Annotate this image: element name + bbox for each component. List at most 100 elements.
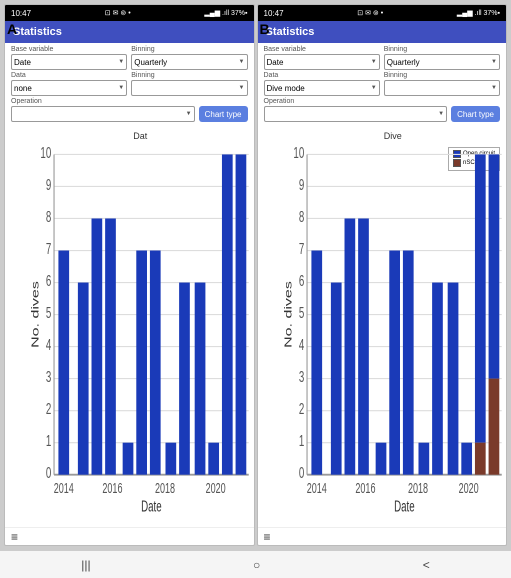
base-variable-dropdown[interactable]: Date ▼ (11, 54, 127, 70)
base-variable-group: Base variable Date ▼ (264, 46, 380, 70)
chart-type-button[interactable]: Chart type (451, 106, 500, 122)
binning-dropdown-2[interactable]: ▼ (131, 80, 247, 96)
svg-text:3: 3 (46, 368, 51, 386)
base-variable-value: Date (14, 58, 31, 67)
binning-group-2: Binning ▼ (131, 72, 247, 96)
chart-svg: 0123456789102014201620182020DateNo. dive… (282, 143, 505, 509)
base-variable-dropdown[interactable]: Date ▼ (264, 54, 380, 70)
panel-label-a: A (7, 21, 17, 37)
svg-text:0: 0 (46, 464, 51, 482)
chart-area: Dat0123456789102014201620182020DateNo. d… (5, 127, 254, 527)
nav-button-___[interactable]: ||| (73, 556, 98, 574)
panel-a: 10:47 ⊡ ✉ ⊚ • ▂▄▆ .ıll 37%▪ Statistics B… (4, 4, 255, 546)
chevron-down-icon: ▼ (438, 111, 444, 117)
binning-value-1: Quarterly (387, 58, 420, 67)
data-value: none (14, 84, 32, 93)
svg-text:6: 6 (298, 271, 303, 289)
svg-text:1: 1 (298, 432, 303, 450)
data-group: Data Dive mode ▼ (264, 72, 380, 96)
binning-value-1: Quarterly (134, 58, 167, 67)
operation-dropdown[interactable]: ▼ (264, 106, 448, 122)
data-dropdown[interactable]: none ▼ (11, 80, 127, 96)
binning-group-1: Binning Quarterly ▼ (384, 46, 500, 70)
nav-button-_[interactable]: ○ (245, 556, 268, 574)
operation-group: Operation ▼ (264, 98, 448, 122)
chart-inner: 0123456789102014201620182020DateNo. dive… (282, 143, 505, 509)
data-label: Data (11, 72, 127, 79)
data-group: Data none ▼ (11, 72, 127, 96)
svg-text:8: 8 (298, 207, 303, 225)
base-variable-value: Date (267, 58, 284, 67)
chart-type-button[interactable]: Chart type (199, 106, 248, 122)
binning-label-1: Binning (384, 46, 500, 53)
svg-text:2020: 2020 (458, 480, 478, 497)
svg-text:6: 6 (46, 271, 51, 289)
chevron-down-icon: ▼ (491, 59, 497, 65)
svg-text:1: 1 (46, 432, 51, 450)
panel-b: 10:47 ⊡ ✉ ⊚ • ▂▄▆ .ıll 37%▪ Statistics B… (257, 4, 508, 546)
nav-bar: ||| ○ < (0, 550, 511, 578)
svg-text:9: 9 (298, 175, 303, 193)
chevron-down-icon: ▼ (491, 85, 497, 91)
svg-text:2: 2 (46, 400, 51, 418)
data-dropdown[interactable]: Dive mode ▼ (264, 80, 380, 96)
binning-label-1: Binning (131, 46, 247, 53)
svg-text:2016: 2016 (102, 480, 122, 497)
operation-dropdown[interactable]: ▼ (11, 106, 195, 122)
svg-text:5: 5 (298, 303, 303, 321)
status-signal: ▂▄▆ .ıll 37%▪ (457, 9, 500, 17)
binning-label-2: Binning (131, 72, 247, 79)
status-bar: 10:47 ⊡ ✉ ⊚ • ▂▄▆ .ıll 37%▪ (258, 5, 507, 21)
svg-text:4: 4 (46, 336, 51, 354)
nav-button-_[interactable]: < (415, 556, 438, 574)
binning-dropdown-2[interactable]: ▼ (384, 80, 500, 96)
svg-text:2016: 2016 (355, 480, 375, 497)
chart-title: Dat (29, 131, 252, 141)
binning-label-2: Binning (384, 72, 500, 79)
chevron-down-icon: ▼ (118, 85, 124, 91)
svg-text:No. dives: No. dives (282, 281, 293, 348)
svg-text:3: 3 (298, 368, 303, 386)
chevron-down-icon: ▼ (371, 85, 377, 91)
svg-text:2014: 2014 (54, 480, 74, 497)
binning-dropdown-1[interactable]: Quarterly ▼ (131, 54, 247, 70)
base-variable-label: Base variable (264, 46, 380, 53)
status-signal: ▂▄▆ .ıll 37%▪ (204, 9, 247, 17)
operation-label: Operation (11, 98, 195, 105)
chart-svg: 0123456789102014201620182020DateNo. dive… (29, 143, 252, 509)
svg-text:2018: 2018 (407, 480, 427, 497)
chevron-down-icon: ▼ (186, 111, 192, 117)
svg-text:8: 8 (46, 207, 51, 225)
svg-text:5: 5 (46, 303, 51, 321)
status-time: 10:47 (264, 9, 284, 18)
controls-area: Base variable Date ▼ Binning Quarterly ▼… (258, 43, 507, 127)
svg-text:2018: 2018 (155, 480, 175, 497)
svg-text:2: 2 (298, 400, 303, 418)
svg-text:0: 0 (298, 464, 303, 482)
svg-text:7: 7 (298, 239, 303, 257)
binning-group-1: Binning Quarterly ▼ (131, 46, 247, 70)
base-variable-group: Base variable Date ▼ (11, 46, 127, 70)
status-bar: 10:47 ⊡ ✉ ⊚ • ▂▄▆ .ıll 37%▪ (5, 5, 254, 21)
status-time: 10:47 (11, 9, 31, 18)
hamburger-menu[interactable]: ≡ (258, 527, 507, 545)
operation-group: Operation ▼ (11, 98, 195, 122)
chart-inner: 0123456789102014201620182020DateNo. dive… (29, 143, 252, 509)
hamburger-menu[interactable]: ≡ (5, 527, 254, 545)
hamburger-icon: ≡ (11, 530, 18, 544)
svg-text:4: 4 (298, 336, 303, 354)
status-icons: ⊡ ✉ ⊚ • (357, 9, 383, 17)
svg-text:No. dives: No. dives (30, 281, 41, 348)
svg-text:Date: Date (141, 497, 162, 515)
svg-text:9: 9 (46, 175, 51, 193)
title-bar: Statistics (5, 21, 254, 43)
binning-dropdown-1[interactable]: Quarterly ▼ (384, 54, 500, 70)
svg-text:2014: 2014 (306, 480, 326, 497)
base-variable-label: Base variable (11, 46, 127, 53)
chevron-down-icon: ▼ (118, 59, 124, 65)
hamburger-icon: ≡ (264, 530, 271, 544)
svg-text:10: 10 (293, 143, 304, 161)
operation-label: Operation (264, 98, 448, 105)
chevron-down-icon: ▼ (239, 59, 245, 65)
svg-text:10: 10 (40, 143, 51, 161)
